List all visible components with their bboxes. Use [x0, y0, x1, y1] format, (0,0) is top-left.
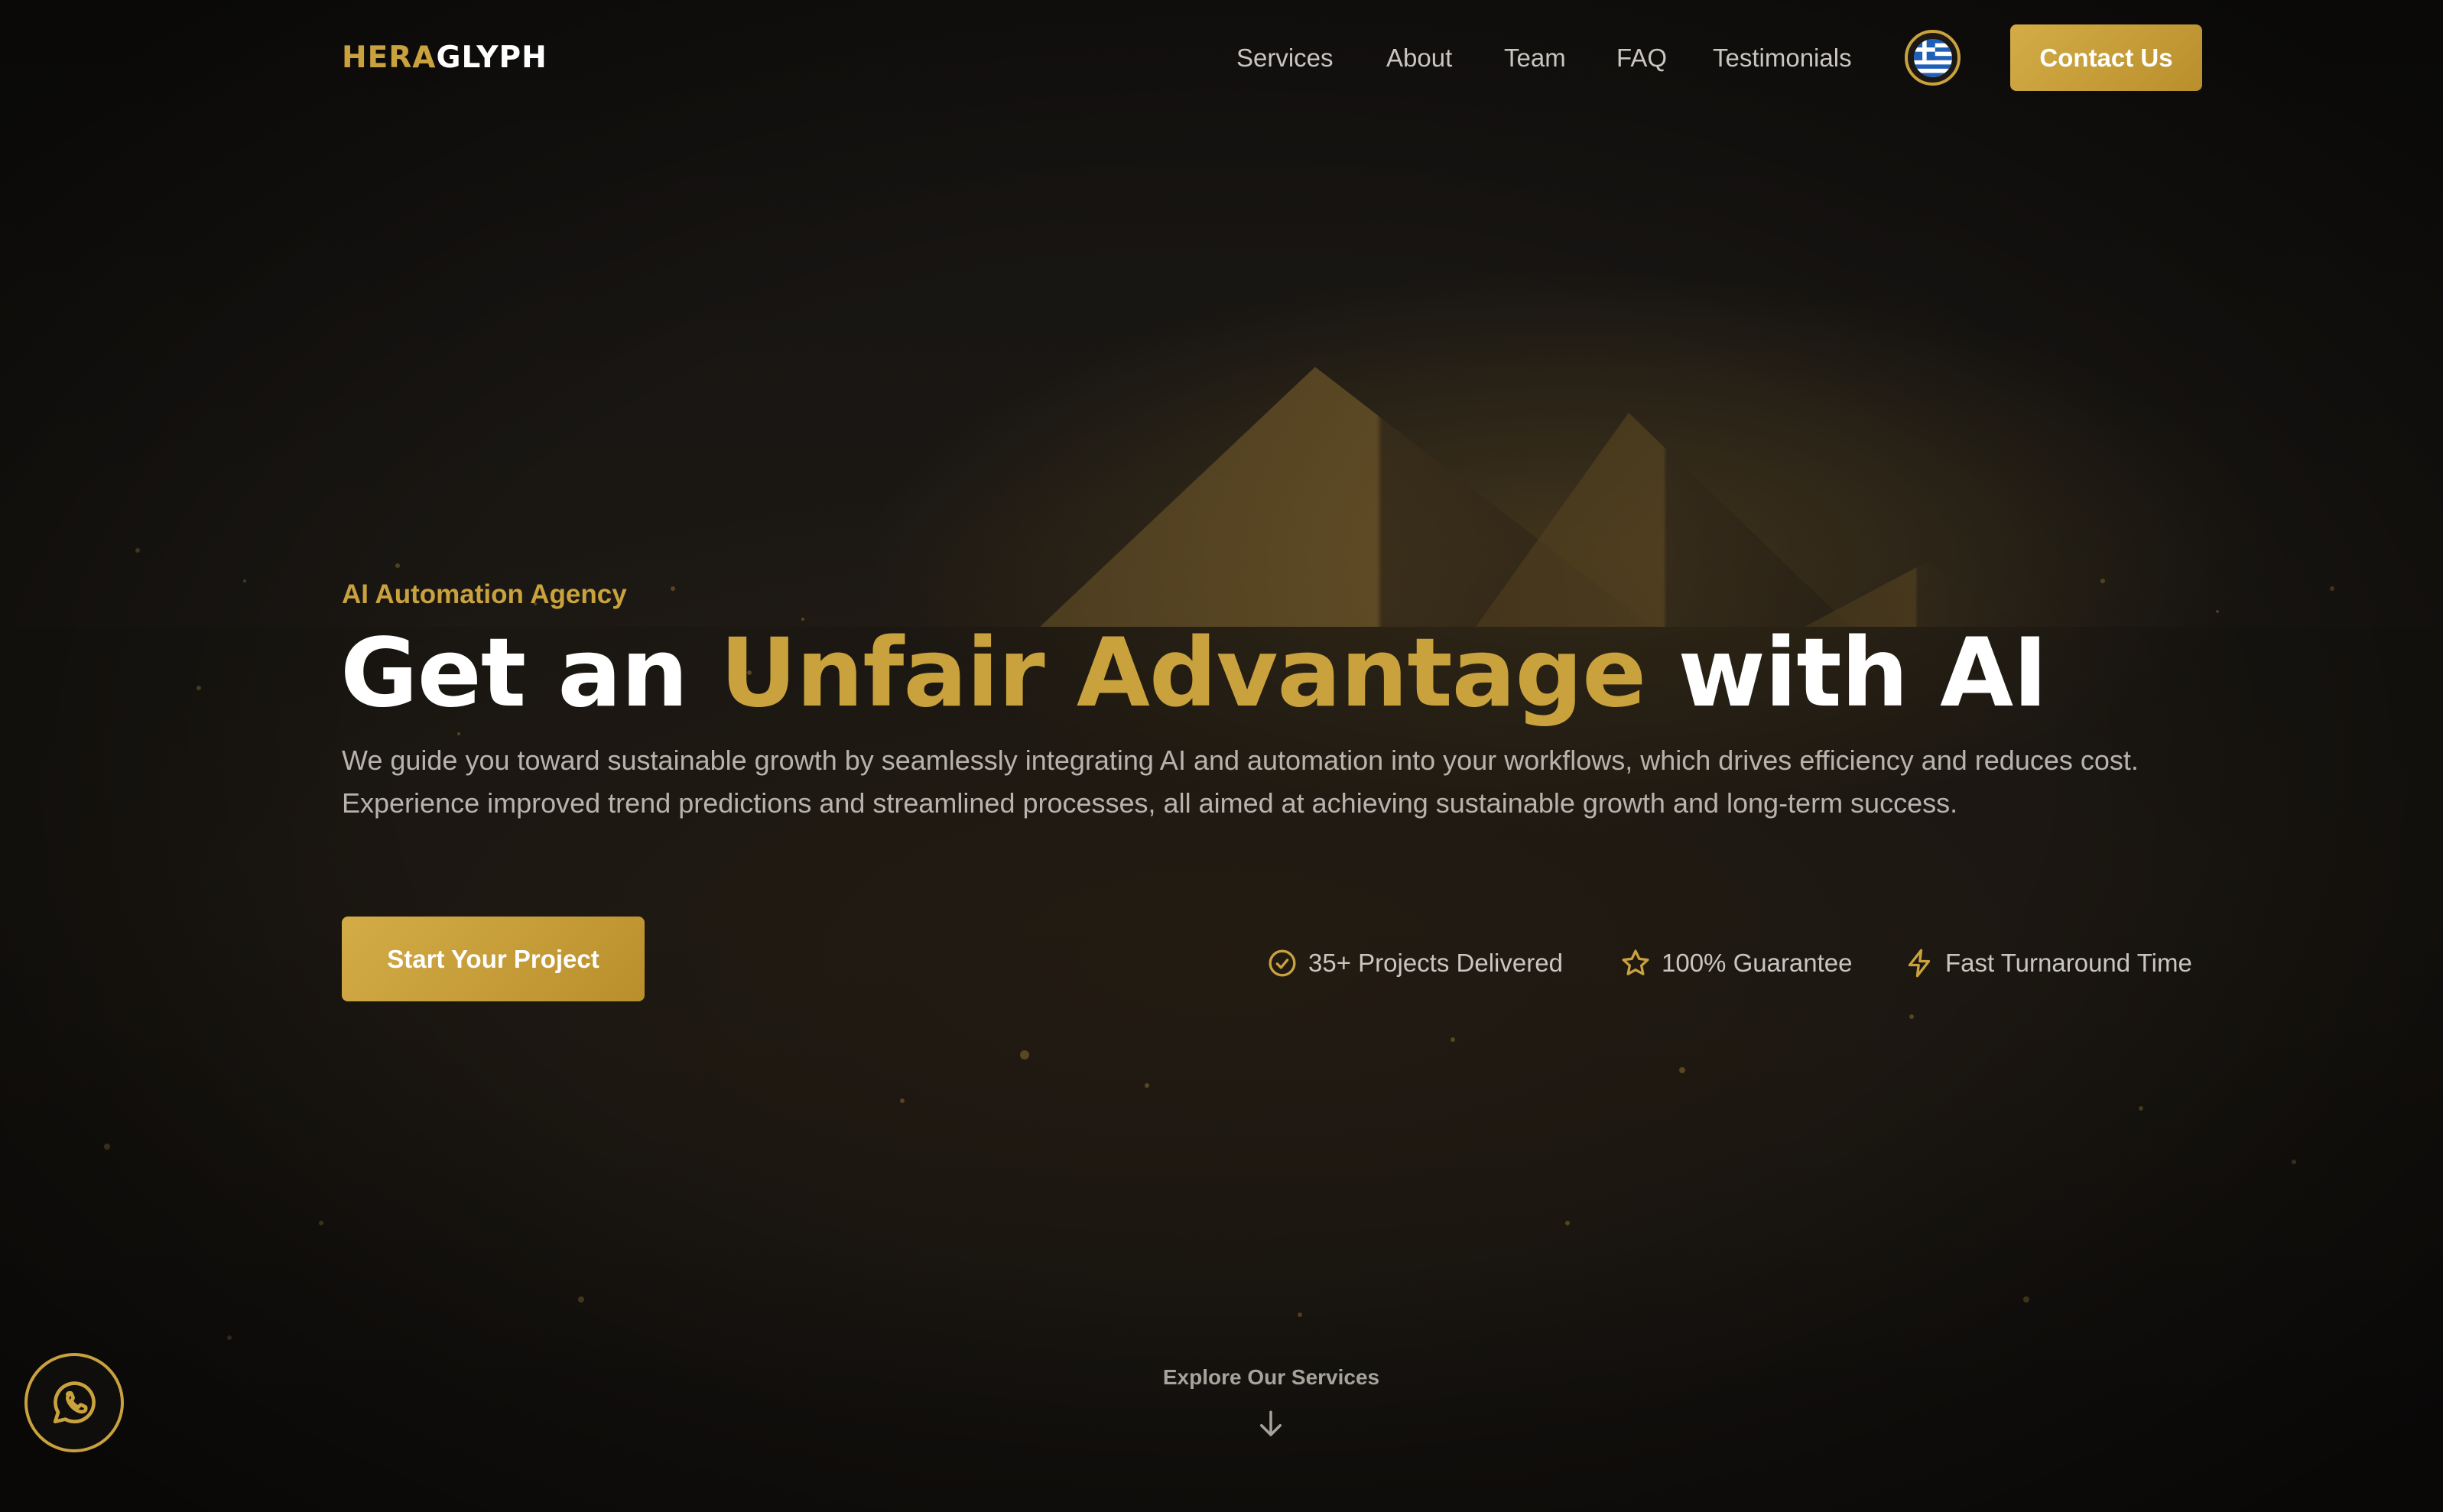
- top-navigation: HERAGLYPH Services About Team FAQ Testim…: [0, 0, 2443, 116]
- feature-guarantee: 100% Guarantee: [1620, 943, 1853, 983]
- hero-description: We guide you toward sustainable growth b…: [342, 745, 2139, 819]
- brand-logo[interactable]: HERAGLYPH: [342, 37, 547, 79]
- page: HERAGLYPH Services About Team FAQ Testim…: [0, 0, 2443, 1512]
- hero-headline: Get an Unfair Advantage with AI: [340, 616, 2328, 731]
- feature-projects-delivered: 35+ Projects Delivered: [1267, 943, 1563, 983]
- greece-flag-icon: [1913, 38, 1952, 77]
- contact-us-button[interactable]: Contact Us: [2010, 24, 2202, 91]
- whatsapp-icon: [53, 1381, 96, 1424]
- brand-logo-part2: GLYPH: [436, 41, 547, 75]
- start-your-project-button[interactable]: Start Your Project: [342, 917, 645, 1001]
- language-switcher[interactable]: [1905, 30, 1961, 86]
- feature-label: 100% Guarantee: [1662, 949, 1853, 977]
- headline-highlight: Unfair Advantage: [720, 618, 1646, 728]
- check-circle-icon: [1269, 949, 1296, 977]
- brand-logo-part1: HERA: [342, 41, 437, 75]
- whatsapp-chat-button[interactable]: [24, 1353, 124, 1452]
- feature-fast-turnaround: Fast Turnaround Time: [1904, 943, 2192, 983]
- nav-link-faq[interactable]: FAQ: [1616, 40, 1667, 76]
- headline-part2: with AI: [1645, 618, 2048, 728]
- hero-eyebrow: AI Automation Agency: [342, 579, 627, 609]
- feature-label: 35+ Projects Delivered: [1308, 949, 1563, 977]
- feature-label: Fast Turnaround Time: [1945, 949, 2192, 977]
- arrow-down-icon[interactable]: [1255, 1408, 1287, 1440]
- lightning-icon: [1908, 949, 1931, 978]
- headline-part1: Get an: [340, 618, 720, 728]
- nav-link-services[interactable]: Services: [1236, 40, 1334, 76]
- explore-services-label[interactable]: Explore Our Services: [1070, 1361, 1472, 1394]
- nav-link-team[interactable]: Team: [1504, 40, 1566, 76]
- nav-link-about[interactable]: About: [1386, 40, 1452, 76]
- star-icon: [1622, 949, 1649, 975]
- nav-link-testimonials[interactable]: Testimonials: [1713, 40, 1852, 76]
